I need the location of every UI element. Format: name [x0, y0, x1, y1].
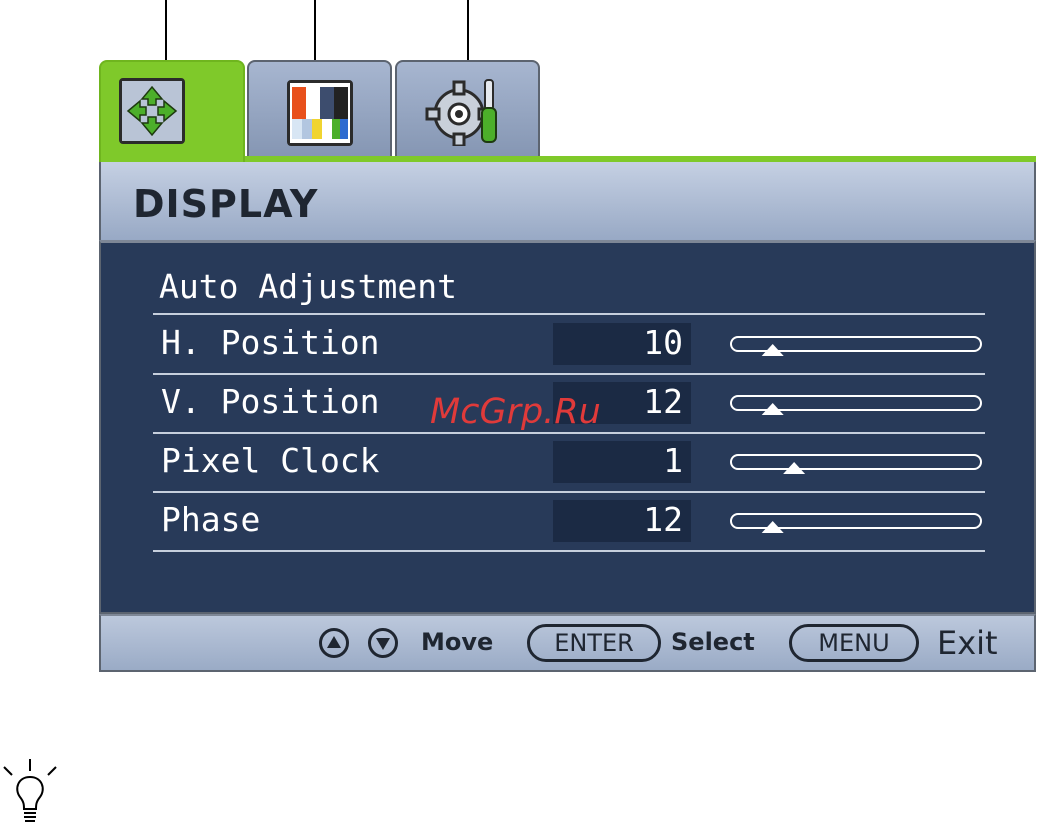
tab-picture[interactable]	[247, 60, 392, 157]
down-arrow-icon	[376, 638, 390, 650]
value-box: 12	[553, 500, 691, 542]
exit-label: Exit	[937, 624, 998, 662]
slider-graphic	[730, 513, 982, 533]
color-bars-icon	[287, 80, 353, 146]
up-arrow-icon	[327, 636, 341, 648]
menu-item-phase[interactable]: Phase 12	[153, 492, 985, 552]
enter-button[interactable]: ENTER	[527, 624, 661, 662]
footer-bar: Move ENTER Select MENU Exit	[99, 614, 1036, 672]
v-position-slider[interactable]	[729, 394, 983, 416]
pixel-clock-slider[interactable]	[729, 453, 983, 475]
menu-item-h-position[interactable]: H. Position 10	[153, 315, 985, 375]
menu-button[interactable]: MENU	[789, 624, 919, 662]
menu-item-label: Phase	[161, 500, 261, 539]
lightbulb-icon	[0, 755, 60, 825]
slider-graphic	[730, 395, 982, 415]
menu-title: DISPLAY	[133, 182, 319, 226]
select-label: Select	[671, 628, 755, 656]
title-bar: DISPLAY	[99, 162, 1036, 240]
osd-menu: DISPLAY Auto Adjustment H. Position 10 V…	[99, 60, 1036, 672]
up-button[interactable]	[319, 628, 349, 658]
value-box: 10	[553, 323, 691, 365]
move-arrows-icon	[119, 78, 185, 144]
tab-display[interactable]	[99, 60, 245, 162]
slider-track	[730, 454, 982, 470]
menu-item-value: 12	[643, 382, 683, 421]
watermark-text: McGrp.Ru	[430, 392, 601, 432]
menu-item-label: Pixel Clock	[161, 441, 380, 480]
value-box: 1	[553, 441, 691, 483]
menu-item-label: V. Position	[161, 382, 380, 421]
h-position-slider[interactable]	[729, 335, 983, 357]
slider-graphic	[730, 336, 982, 356]
tab-system[interactable]	[395, 60, 540, 157]
gear-tool-icon	[425, 76, 509, 148]
slider-graphic	[730, 454, 982, 474]
down-button[interactable]	[368, 628, 398, 658]
phase-slider[interactable]	[729, 512, 983, 534]
menu-item-auto-adjustment[interactable]: Auto Adjustment	[153, 255, 985, 315]
menu-item-label: Auto Adjustment	[159, 267, 458, 306]
menu-item-value: 1	[663, 441, 683, 480]
menu-item-value: 10	[643, 323, 683, 362]
menu-item-value: 12	[643, 500, 683, 539]
move-label: Move	[421, 628, 494, 656]
menu-item-pixel-clock[interactable]: Pixel Clock 1	[153, 433, 985, 493]
menu-item-label: H. Position	[161, 323, 380, 362]
